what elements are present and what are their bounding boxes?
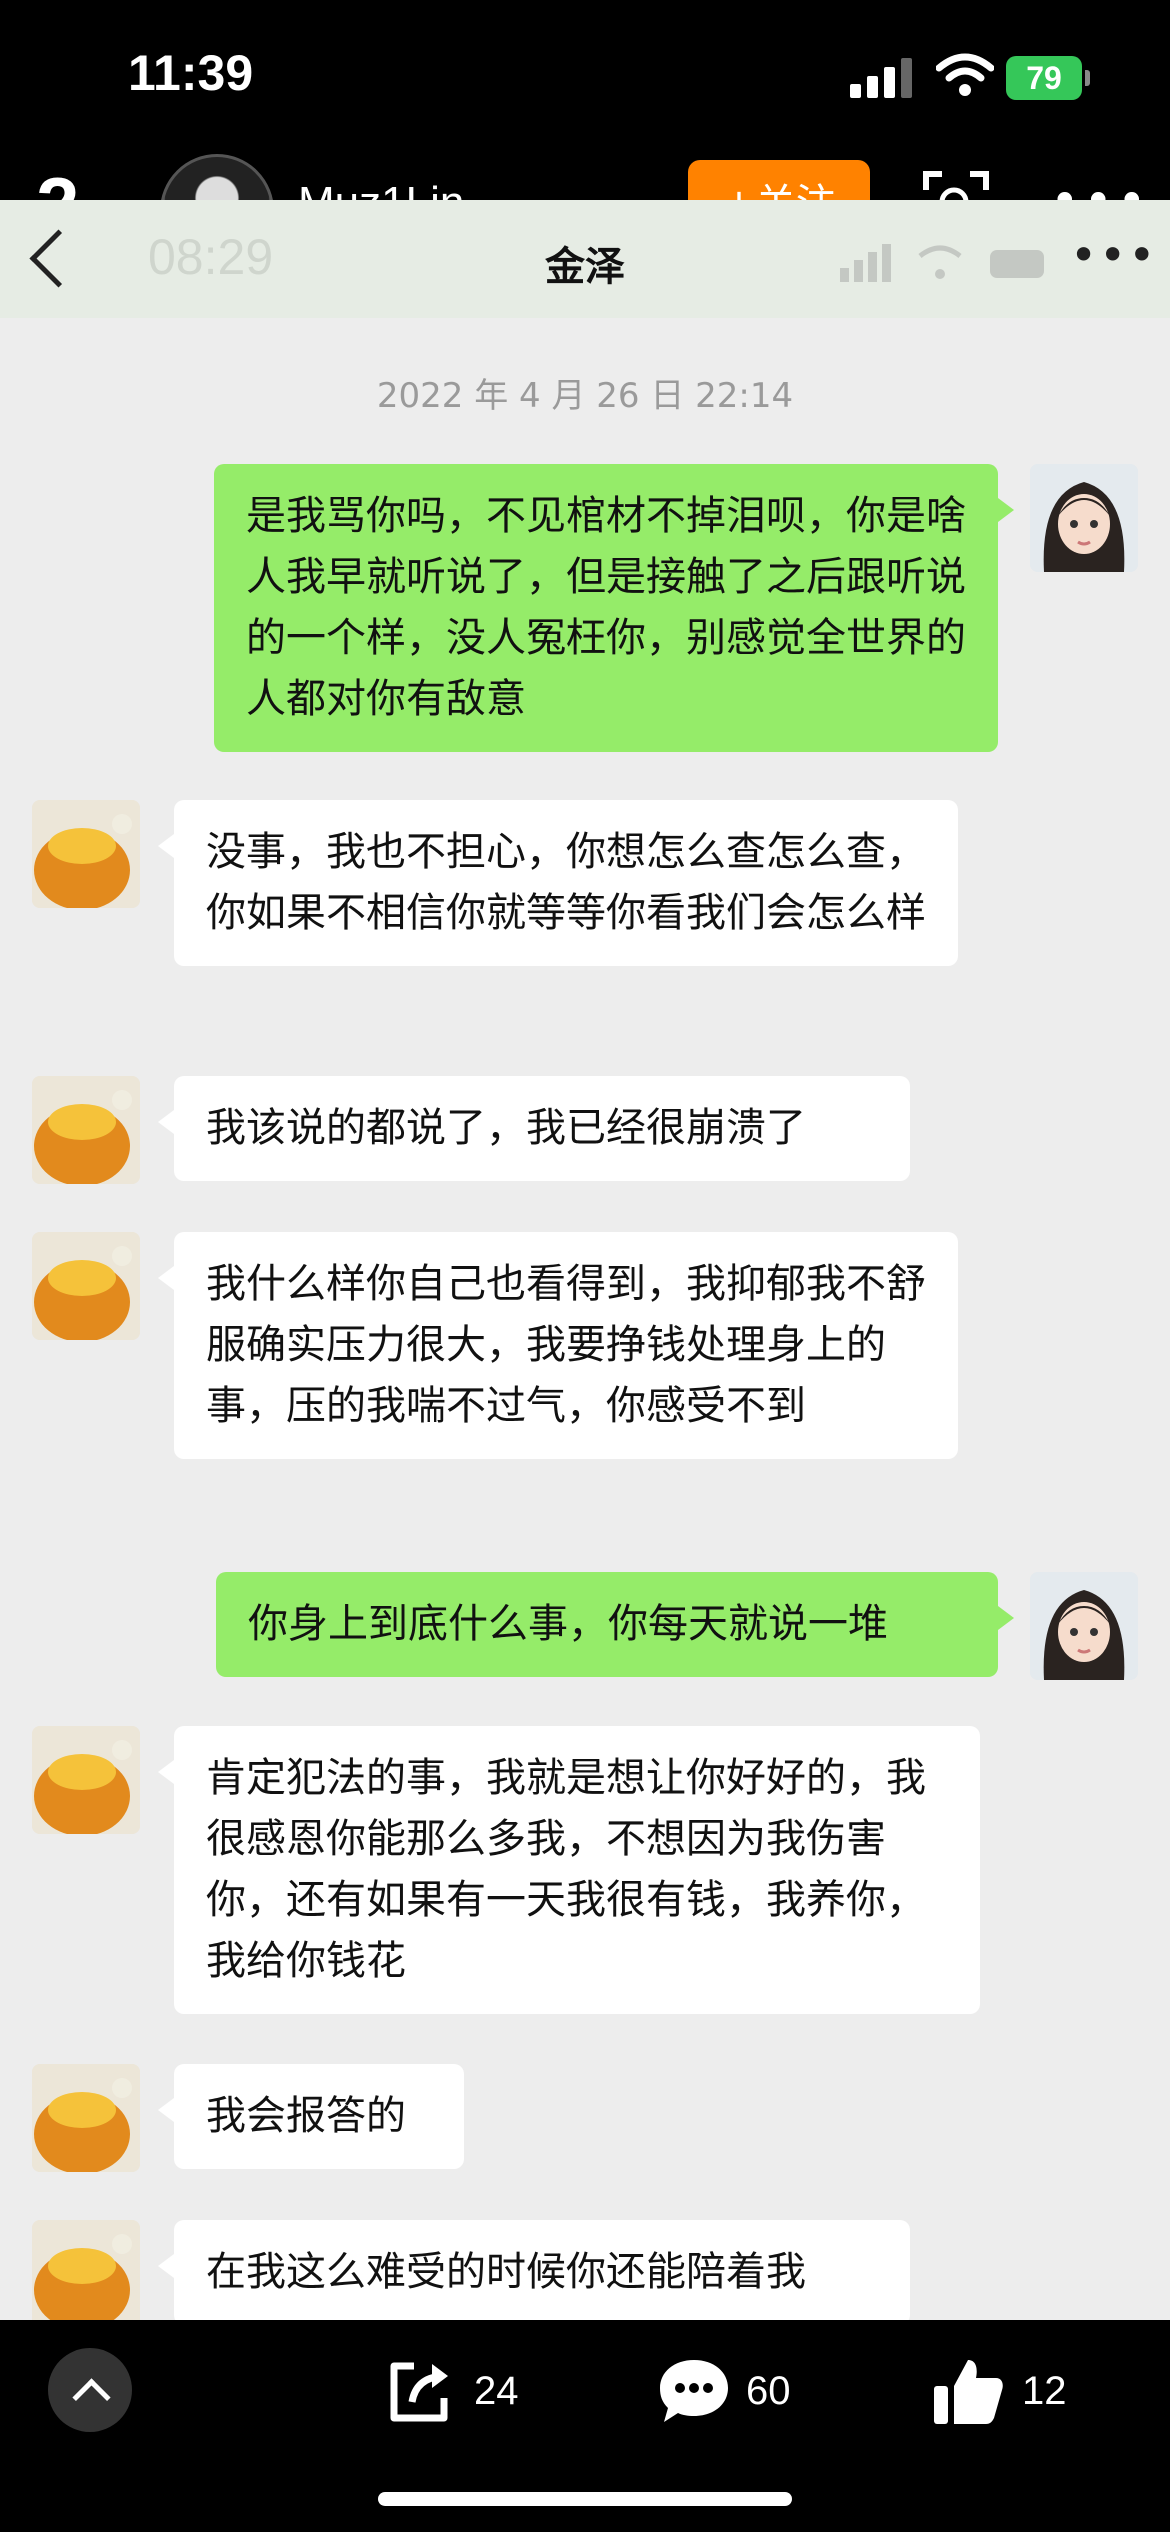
like-count: 12	[1022, 2369, 1067, 2413]
comment-button[interactable]: 60	[656, 2356, 816, 2426]
status-bar: 11:39 79	[0, 0, 1170, 150]
message-bubble-received: 我会报答的	[158, 2064, 464, 2169]
chat-more-icon[interactable]: •••	[1070, 228, 1157, 282]
repost-icon	[390, 2362, 448, 2422]
repost-count: 24	[474, 2369, 519, 2413]
chat-timestamp: 2022 年 4 月 26 日 22:14	[376, 376, 794, 416]
message-bubble-sent: 你身上到底什么事，你每天就说一堆	[216, 1572, 1014, 1677]
like-icon	[934, 2360, 1003, 2424]
message-bubble-sent: 是我骂你吗，不见棺材不掉泪呗，你是啥人我早就听说了，但是接触了之后跟听说的一个样…	[214, 464, 1014, 752]
contact-avatar[interactable]	[32, 1076, 140, 1184]
chat-screenshot: 08:29 金泽 ••• 2022 年 4 月 26 日 22:14 是我骂你吗…	[0, 200, 1170, 2320]
contact-avatar[interactable]	[32, 1232, 140, 1340]
self-avatar[interactable]	[1030, 1572, 1138, 1680]
comment-count: 60	[746, 2369, 791, 2413]
message-bubble-received: 在我这么难受的时候你还能陪着我	[158, 2220, 910, 2320]
message-bubble-received: 我什么样你自己也看得到，我抑郁我不舒服确实压力很大，我要挣钱处理身上的事，压的我…	[158, 1232, 958, 1459]
scroll-up-icon[interactable]	[48, 2348, 132, 2432]
message-bubble-received: 肯定犯法的事，我就是想让你好好的，我很感恩你能那么多我，不想因为我伤害你，还有如…	[158, 1726, 980, 2014]
wifi-icon	[936, 53, 994, 96]
contact-avatar[interactable]	[32, 2064, 140, 2172]
self-avatar[interactable]	[1030, 464, 1138, 572]
repost-button[interactable]: 24	[384, 2356, 544, 2426]
cellular-signal-icon	[850, 58, 914, 98]
contact-avatar[interactable]	[32, 800, 140, 908]
chat-navbar: 08:29 金泽 •••	[0, 200, 1170, 318]
message-bubble-received: 没事，我也不担心，你想怎么查怎么查，你如果不相信你就等等你看我们会怎么样	[158, 800, 958, 966]
message-bubble-received: 我该说的都说了，我已经很崩溃了	[158, 1076, 910, 1181]
chat-title: 金泽	[545, 244, 625, 290]
post-action-bar: 24 60 12	[0, 2320, 1170, 2532]
contact-avatar[interactable]	[32, 2220, 140, 2320]
contact-avatar[interactable]	[32, 1726, 140, 1834]
like-button[interactable]: 12	[932, 2356, 1092, 2426]
status-time: 11:39	[128, 45, 254, 101]
battery-indicator: 79	[1006, 56, 1090, 100]
comment-icon	[660, 2360, 728, 2422]
home-indicator[interactable]	[378, 2492, 792, 2506]
